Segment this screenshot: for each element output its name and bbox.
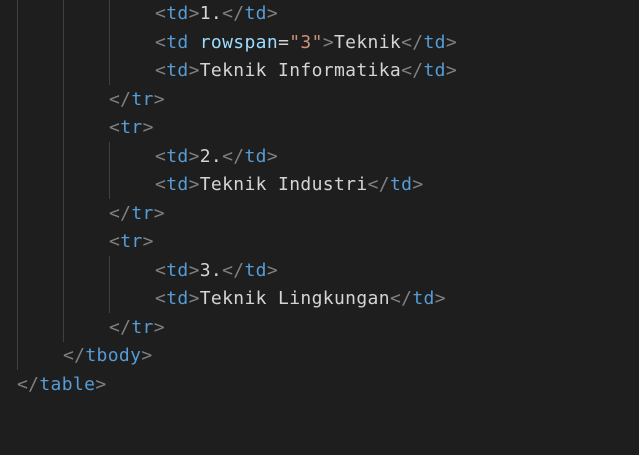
angle-bracket: < [155, 259, 167, 281]
code-line: <tr> [109, 114, 154, 143]
angle-bracket: > [188, 288, 200, 309]
tag-name: table [39, 373, 96, 395]
tag-name: td [166, 3, 189, 24]
angle-bracket: < [155, 288, 167, 309]
tag-name: tr [131, 316, 154, 338]
code-line: <td>Teknik Informatika</td> [155, 57, 457, 86]
angle-bracket: > [188, 174, 200, 195]
tag-name: td [166, 60, 189, 81]
indent-guide [109, 256, 110, 313]
text-content: 1. [199, 3, 223, 24]
tag-name: td [166, 31, 189, 53]
code-line: <td>Teknik Lingkungan</td> [155, 285, 446, 314]
angle-bracket: > [153, 202, 165, 224]
angle-bracket: </ [63, 345, 86, 366]
text-content: 3. [199, 259, 223, 281]
equals-sign: = [278, 31, 290, 53]
tag-name: td [423, 31, 446, 53]
angle-bracket: > [153, 316, 165, 338]
text-content: 2. [199, 145, 223, 167]
tag-name: td [166, 174, 189, 195]
angle-bracket: > [95, 373, 107, 395]
text-content: Teknik Lingkungan [199, 288, 390, 309]
angle-bracket: < [109, 117, 121, 138]
tag-name: tr [120, 117, 143, 138]
angle-bracket: </ [401, 31, 424, 53]
tag-name: td [244, 3, 267, 24]
indent-guide [17, 0, 18, 370]
tag-name: td [412, 288, 435, 309]
angle-bracket: > [445, 31, 458, 53]
code-line: <tr> [109, 228, 154, 257]
code-line: <td>3.</td> [155, 257, 278, 286]
indent-guide [63, 0, 64, 342]
angle-bracket: > [412, 174, 424, 195]
angle-bracket: > [434, 288, 446, 309]
code-line: <td>1.</td> [155, 0, 278, 29]
angle-bracket: < [109, 231, 121, 252]
angle-bracket: > [142, 231, 154, 252]
angle-bracket: > [188, 145, 200, 167]
angle-bracket: < [155, 3, 167, 24]
code-line: </tr> [109, 86, 165, 115]
angle-bracket: </ [367, 174, 390, 195]
text-content: Teknik Informatika [199, 60, 402, 81]
code-line: </tr> [109, 314, 165, 343]
angle-bracket: < [155, 145, 167, 167]
tag-name: td [244, 259, 267, 281]
tag-name: td [389, 174, 413, 195]
tag-name: td [423, 60, 446, 81]
angle-bracket: > [322, 31, 334, 53]
angle-bracket: > [142, 117, 154, 138]
angle-bracket: > [266, 259, 279, 281]
angle-bracket: > [188, 60, 200, 81]
angle-bracket: > [266, 145, 279, 167]
angle-bracket: </ [109, 88, 132, 110]
indent-guide [109, 142, 110, 199]
text-content [189, 32, 200, 53]
tag-name: td [166, 259, 189, 281]
angle-bracket: </ [222, 3, 245, 24]
angle-bracket: > [445, 60, 458, 81]
angle-bracket: > [188, 259, 200, 281]
angle-bracket: </ [17, 373, 40, 395]
angle-bracket: < [155, 174, 167, 195]
angle-bracket: > [188, 3, 200, 24]
code-line: </tr> [109, 200, 165, 229]
tag-name: tr [120, 231, 143, 252]
angle-bracket: </ [109, 202, 132, 224]
angle-bracket: </ [222, 259, 245, 281]
tag-name: td [244, 145, 267, 167]
code-line: </tbody> [63, 342, 153, 371]
code-line: <td>2.</td> [155, 143, 278, 172]
angle-bracket: > [153, 88, 165, 110]
code-line: </table> [17, 371, 107, 400]
text-content: Teknik Industri [199, 174, 368, 195]
tag-name: tr [131, 88, 154, 110]
tag-name: tbody [85, 345, 142, 366]
code-editor[interactable]: <td>1.</td> <td rowspan="3">Teknik</td> … [0, 0, 639, 455]
tag-name: td [166, 288, 189, 309]
angle-bracket: > [141, 345, 153, 366]
tag-name: tr [131, 202, 154, 224]
angle-bracket: </ [389, 288, 413, 309]
code-line: <td rowspan="3">Teknik</td> [155, 29, 457, 58]
attribute-name: rowspan [199, 31, 279, 53]
indent-guide [109, 0, 110, 85]
text-content: Teknik [334, 31, 402, 53]
angle-bracket: < [155, 60, 167, 81]
angle-bracket: < [155, 31, 167, 53]
angle-bracket: </ [222, 145, 245, 167]
tag-name: td [166, 145, 189, 167]
angle-bracket: </ [109, 316, 132, 338]
angle-bracket: > [266, 3, 279, 24]
code-line: <td>Teknik Industri</td> [155, 171, 424, 200]
attribute-value: "3" [289, 31, 323, 53]
angle-bracket: </ [401, 60, 424, 81]
